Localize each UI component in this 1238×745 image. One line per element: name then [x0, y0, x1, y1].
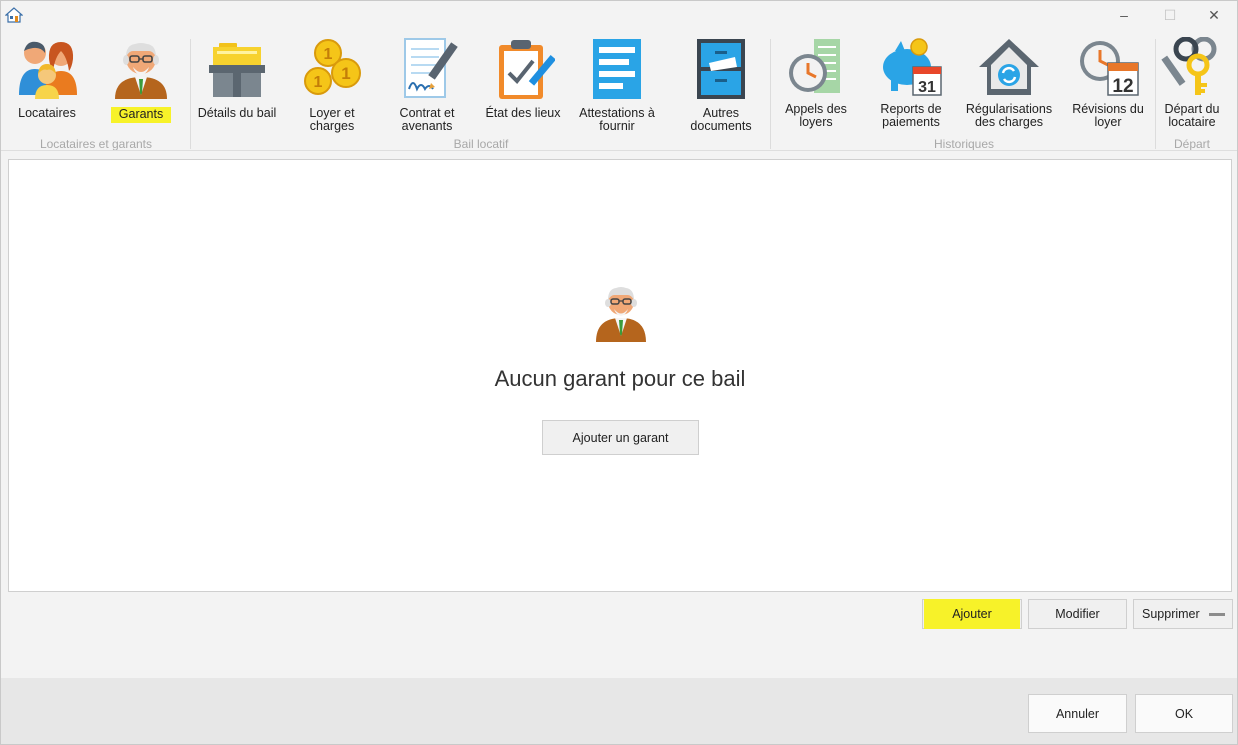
house-icon	[5, 7, 23, 23]
ribbon-label-attestations: Attestations à fournir	[579, 106, 655, 133]
keys-icon	[1161, 37, 1217, 95]
ribbon-toolbar: Locataires Garants Locataires et garants…	[1, 29, 1237, 151]
ribbon-label-etat-lieux: État des lieux	[485, 106, 561, 120]
calendar-day-revisions: 12	[1112, 76, 1133, 97]
title-bar: – ☐ ✕	[1, 1, 1237, 29]
ribbon-label-revisions: Révisions du loyer	[1072, 102, 1144, 129]
ribbon-label-loyer-charges: Loyer et charges	[309, 106, 355, 133]
dialog-window: – ☐ ✕ Locataires Garants Locataires et g…	[0, 0, 1238, 745]
ribbon-divider	[1, 150, 1237, 151]
ribbon-button-appels-loyers[interactable]: Appels des loyers	[781, 37, 851, 135]
ribbon-button-etat-lieux[interactable]: État des lieux	[481, 37, 565, 135]
delete-button-label: Supprimer	[1142, 607, 1200, 621]
ribbon-button-revisions[interactable]: 12 Révisions du loyer	[1069, 37, 1147, 135]
ribbon-button-depart[interactable]: Départ du locataire	[1159, 37, 1225, 135]
ribbon-button-garants[interactable]: Garants	[105, 37, 177, 135]
clock-documents-icon	[789, 39, 840, 93]
group-separator	[1155, 39, 1156, 149]
minimize-button[interactable]: –	[1101, 1, 1147, 29]
group-label-locataires-garants: Locataires et garants	[39, 137, 153, 151]
maximize-button[interactable]: ☐	[1147, 1, 1193, 29]
group-label-bail-locatif: Bail locatif	[453, 137, 509, 151]
filing-cabinet-icon	[697, 39, 745, 99]
svg-text:1: 1	[314, 74, 323, 91]
cancel-button[interactable]: Annuler	[1028, 694, 1127, 733]
tenants-icon	[19, 41, 77, 99]
delete-button[interactable]: Supprimer	[1133, 599, 1233, 629]
document-list-icon	[593, 39, 641, 99]
add-button-label: Ajouter	[924, 599, 1020, 629]
house-refresh-icon	[979, 39, 1039, 95]
close-button[interactable]: ✕	[1191, 1, 1237, 29]
add-guarantor-button[interactable]: Ajouter un garant	[542, 420, 699, 455]
minus-icon	[1209, 613, 1225, 616]
guarantor-icon	[115, 43, 167, 99]
ribbon-button-locataires[interactable]: Locataires	[11, 37, 83, 135]
ribbon-label-details-bail: Détails du bail	[197, 106, 277, 120]
group-label-historiques: Historiques	[933, 137, 995, 151]
edit-button[interactable]: Modifier	[1028, 599, 1127, 629]
empty-state-message: Aucun garant pour ce bail	[494, 366, 746, 391]
group-separator	[770, 39, 771, 149]
clock-calendar-icon: 12	[1080, 41, 1139, 97]
piggy-calendar-icon: 31	[883, 38, 942, 96]
clipboard-check-icon	[499, 40, 555, 99]
ribbon-button-contrat[interactable]: Contrat et avenants	[393, 37, 461, 135]
contract-signature-icon	[404, 38, 458, 98]
ribbon-label-autres-documents: Autres documents	[690, 106, 752, 133]
ribbon-label-appels-loyers: Appels des loyers	[785, 102, 847, 129]
guarantor-icon	[596, 287, 646, 342]
ribbon-button-reports-paiements[interactable]: 31 Reports de paiements	[875, 37, 947, 135]
ribbon-label-contrat: Contrat et avenants	[399, 106, 455, 133]
ribbon-label-locataires: Locataires	[18, 106, 76, 120]
add-button[interactable]: Ajouter	[922, 599, 1022, 629]
ok-button[interactable]: OK	[1135, 694, 1233, 733]
group-separator	[190, 39, 191, 149]
ribbon-label-reports-paiements: Reports de paiements	[880, 102, 942, 129]
calendar-day-reports: 31	[918, 79, 936, 96]
guarantors-panel: Aucun garant pour ce bail Ajouter un gar…	[8, 159, 1232, 592]
ribbon-button-regularisations[interactable]: Régularisations des charges	[961, 37, 1057, 135]
group-label-depart: Départ	[1173, 137, 1211, 151]
svg-text:1: 1	[324, 46, 333, 63]
folder-box-icon	[209, 43, 265, 97]
ribbon-button-attestations[interactable]: Attestations à fournir	[573, 37, 661, 135]
ribbon-label-garants: Garants	[110, 107, 172, 123]
ribbon-label-regularisations: Régularisations des charges	[965, 102, 1053, 129]
ribbon-button-autres-documents[interactable]: Autres documents	[685, 37, 757, 135]
ribbon-button-loyer-charges[interactable]: 1 1 1 Loyer et charges	[299, 37, 365, 135]
svg-text:1: 1	[341, 64, 350, 83]
ribbon-button-details-bail[interactable]: Détails du bail	[195, 37, 279, 135]
ribbon-label-depart: Départ du locataire	[1164, 102, 1220, 129]
coins-icon: 1 1 1	[304, 39, 361, 95]
